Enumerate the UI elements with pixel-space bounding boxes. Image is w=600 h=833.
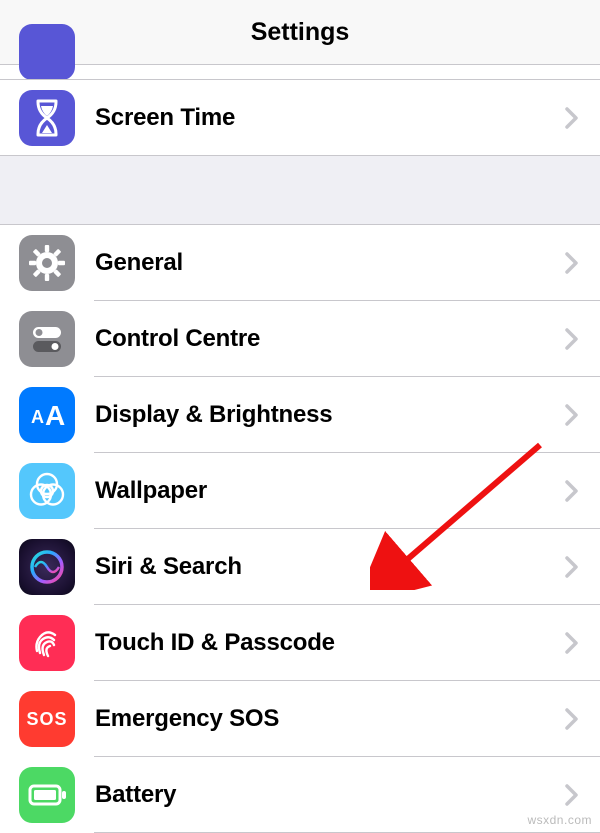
battery-icon: [19, 767, 75, 823]
sos-icon: SOS: [19, 691, 75, 747]
page-title: Settings: [0, 0, 600, 65]
list-item-sos[interactable]: SOS Emergency SOS: [0, 681, 600, 757]
fingerprint-icon: [19, 615, 75, 671]
list-item-label: Battery: [75, 781, 562, 809]
list-item-siri[interactable]: Siri & Search: [0, 529, 600, 605]
svg-text:SOS: SOS: [26, 709, 67, 729]
svg-text:A: A: [45, 400, 65, 431]
text-size-icon: A A: [19, 387, 75, 443]
list-item-label: Control Centre: [75, 325, 562, 353]
list-item-touchid[interactable]: Touch ID & Passcode: [0, 605, 600, 681]
list-item-label: Screen Time: [75, 104, 562, 132]
list-item-battery[interactable]: Battery: [0, 757, 600, 833]
app-icon: [19, 24, 75, 80]
gear-icon: [19, 235, 75, 291]
list-item-control-centre[interactable]: Control Centre: [0, 301, 600, 377]
list-item-label: Emergency SOS: [75, 705, 562, 733]
chevron-right-icon: [562, 628, 582, 658]
chevron-right-icon: [562, 704, 582, 734]
hourglass-icon: [19, 90, 75, 146]
siri-icon: [19, 539, 75, 595]
toggles-icon: [19, 311, 75, 367]
list-item-label: General: [75, 249, 562, 277]
list-item-label: Touch ID & Passcode: [75, 629, 562, 657]
chevron-right-icon: [562, 324, 582, 354]
list-item-screen-time[interactable]: Screen Time: [0, 80, 600, 156]
chevron-right-icon: [562, 103, 582, 133]
chevron-right-icon: [562, 780, 582, 810]
list-item-general[interactable]: General: [0, 225, 600, 301]
chevron-right-icon: [562, 400, 582, 430]
flower-icon: [19, 463, 75, 519]
list-item-partial[interactable]: [0, 65, 600, 80]
chevron-right-icon: [562, 476, 582, 506]
list-item-wallpaper[interactable]: Wallpaper: [0, 453, 600, 529]
chevron-right-icon: [562, 248, 582, 278]
list-item-label: Wallpaper: [75, 477, 562, 505]
chevron-right-icon: [562, 552, 582, 582]
list-item-display[interactable]: A A Display & Brightness: [0, 377, 600, 453]
list-item-label: Display & Brightness: [75, 401, 562, 429]
watermark: wsxdn.com: [527, 813, 592, 827]
list-item-label: Siri & Search: [75, 553, 562, 581]
svg-text:A: A: [31, 407, 44, 427]
section-gap: [0, 156, 600, 225]
